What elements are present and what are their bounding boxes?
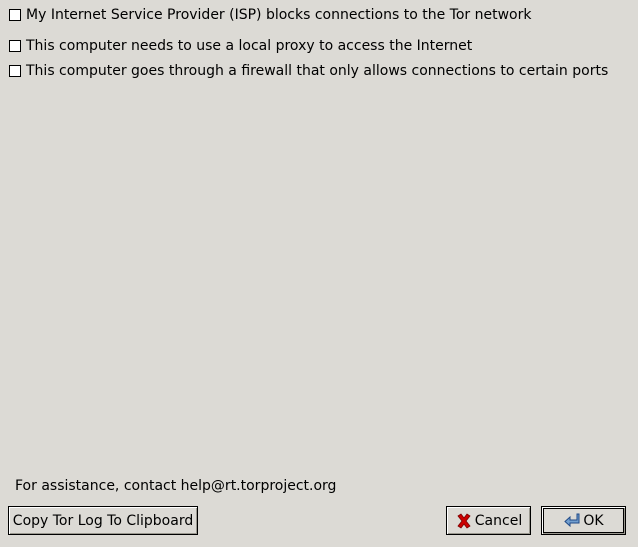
local-proxy-checkbox[interactable] — [9, 40, 21, 52]
local-proxy-label[interactable]: This computer needs to use a local proxy… — [26, 37, 472, 55]
ok-label: OK — [583, 512, 604, 529]
firewall-option[interactable]: This computer goes through a firewall th… — [9, 62, 608, 80]
isp-blocks-option[interactable]: My Internet Service Provider (ISP) block… — [9, 6, 531, 24]
copy-tor-log-label: Copy Tor Log To Clipboard — [12, 512, 194, 529]
local-proxy-option[interactable]: This computer needs to use a local proxy… — [9, 37, 472, 55]
enter-arrow-icon — [563, 512, 581, 530]
firewall-checkbox[interactable] — [9, 65, 21, 77]
firewall-label[interactable]: This computer goes through a firewall th… — [26, 62, 608, 80]
copy-tor-log-button[interactable]: Copy Tor Log To Clipboard — [8, 506, 198, 535]
ok-button[interactable]: OK — [541, 506, 626, 535]
isp-blocks-checkbox[interactable] — [9, 9, 21, 21]
assistance-text: For assistance, contact help@rt.torproje… — [15, 478, 337, 494]
cancel-label: Cancel — [474, 512, 523, 529]
cancel-x-icon — [455, 512, 473, 530]
isp-blocks-label[interactable]: My Internet Service Provider (ISP) block… — [26, 6, 531, 24]
cancel-button[interactable]: Cancel — [446, 506, 531, 535]
